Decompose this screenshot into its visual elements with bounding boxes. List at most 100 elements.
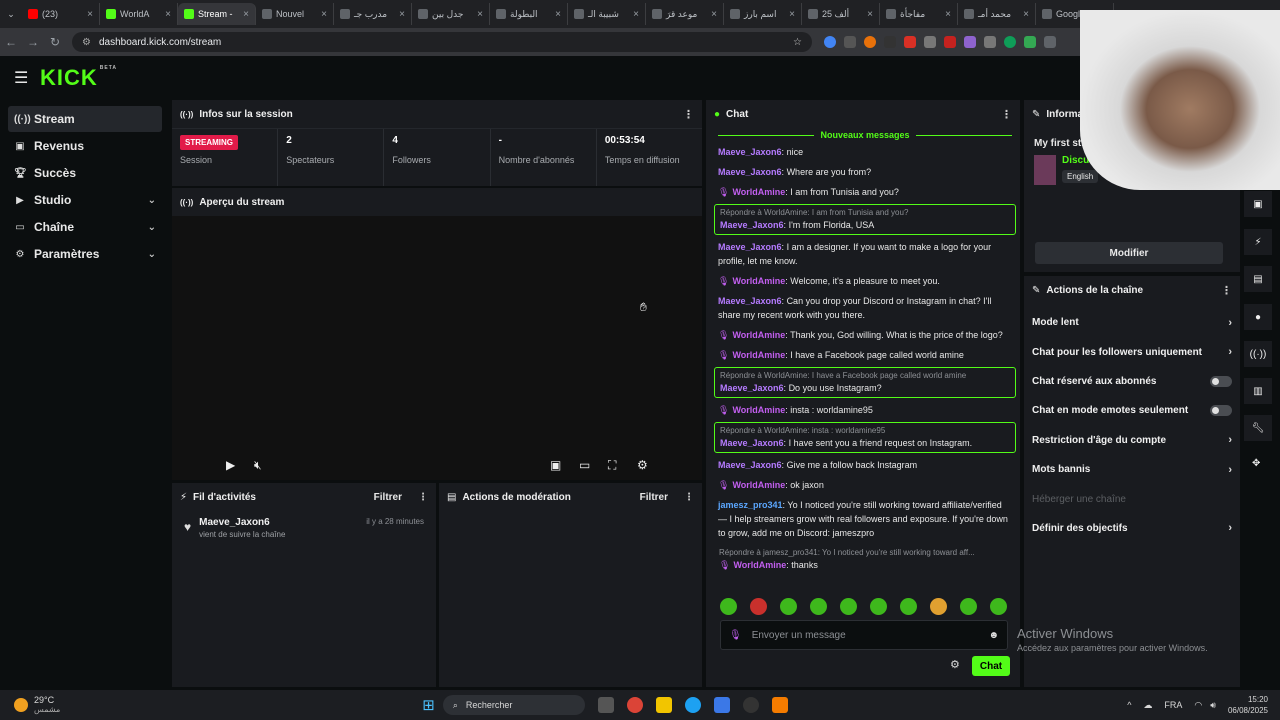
chat-message[interactable]: 🎙︎ WorldAmine: Thank you, God willing. Wh… [712,325,1018,345]
picture-in-picture-icon[interactable]: ▣ [550,458,561,472]
chat-username[interactable]: Maeve_Jaxon6 [718,147,782,157]
extension-icon[interactable] [1004,36,1016,48]
browser-tab[interactable]: WorldA × [100,3,178,25]
tab-close-icon[interactable]: × [633,9,639,20]
browser-tab[interactable]: مفاجأة × [880,3,958,25]
filter-button[interactable]: Filtrer [640,492,668,503]
chat-reply-message[interactable]: Répondre à jamesz_pro341: Yo I noticed y… [714,545,1016,574]
channel-action-item[interactable]: Chat pour les followers uniquement › [1024,337,1240,366]
tab-close-icon[interactable]: × [165,9,171,20]
chat-message[interactable]: jamesz_pro341: Yo I noticed you're still… [712,495,1018,543]
emote-icon[interactable] [990,598,1007,615]
chat-message[interactable]: Maeve_Jaxon6: I am a designer. If you wa… [712,237,1018,271]
chat-username[interactable]: Maeve_Jaxon6 [718,167,782,177]
chat-username[interactable]: Maeve_Jaxon6 [718,242,782,252]
browser-tab[interactable]: محمد أمـ × [958,3,1036,25]
sidebar-item-stream[interactable]: ((·)) Stream [8,106,162,132]
network-icon[interactable]: ☁ [1143,700,1152,711]
edge-icon[interactable] [684,697,701,713]
chat-message[interactable]: 🎙︎ WorldAmine: ok jaxon [712,475,1018,495]
chat-username[interactable]: jamesz_pro341 [718,500,783,510]
menu-hamburger-icon[interactable]: ☰ [14,68,30,88]
extension-icon[interactable] [1024,36,1036,48]
emote-icon[interactable] [750,598,767,615]
chat-message[interactable]: Maeve_Jaxon6: nice [712,142,1018,162]
emoji-icon[interactable]: ☻ [988,630,999,641]
chat-reply-message[interactable]: Répondre à WorldAmine: insta : worldamin… [714,422,1016,453]
tab-close-icon[interactable]: × [87,9,93,20]
volume-icon[interactable]: 🔊︎ [1210,700,1216,711]
reload-icon[interactable]: ↻ [44,35,66,49]
chat-username[interactable]: WorldAmine [732,330,785,340]
chat-username[interactable]: WorldAmine [733,560,786,570]
chat-message[interactable]: 🎙︎ WorldAmine: I have a Facebook page cal… [712,345,1018,365]
browser-tab[interactable]: مدرب جـ × [334,3,412,25]
theater-mode-icon[interactable]: ▭ [579,458,590,472]
browser-tab[interactable]: 25 ألف × [802,3,880,25]
browser-tab[interactable]: Nouvel × [256,3,334,25]
channel-action-item[interactable]: Chat réservé aux abonnés [1024,367,1240,396]
extensions-puzzle-icon[interactable] [1044,36,1056,48]
emote-icon[interactable] [780,598,797,615]
chat-settings-icon[interactable]: ⚙ [950,658,960,671]
clock-time[interactable]: 15:20 [1228,694,1268,705]
browser-tab[interactable]: شبيبة الـ × [568,3,646,25]
tab-close-icon[interactable]: × [867,9,873,20]
extension-icon[interactable] [884,36,896,48]
extension-icon[interactable] [964,36,976,48]
rail-wrench-icon[interactable]: 🔧︎ [1244,415,1272,441]
rail-camera-icon[interactable]: ▣ [1244,191,1272,217]
chat-username[interactable]: Maeve_Jaxon6 [720,383,784,393]
chrome-icon[interactable] [626,697,643,713]
site-info-icon[interactable]: ⚙ [82,37,91,48]
sidebar-item-revenus[interactable]: ▣ Revenus [8,133,162,159]
taskbar-search[interactable]: ⌕ Rechercher [442,695,585,715]
back-icon[interactable]: ← [0,35,22,49]
rail-chat-icon[interactable]: ● [1244,304,1272,330]
kick-logo[interactable]: KICK BETA [40,65,117,91]
chat-message[interactable]: Maeve_Jaxon6: Give me a follow back Inst… [712,455,1018,475]
chat-username[interactable]: WorldAmine [732,350,785,360]
microphone-icon[interactable]: 🎙︎ [729,630,742,641]
channel-action-item[interactable]: Chat en mode emotes seulement [1024,396,1240,425]
chat-send-button[interactable]: Chat [972,656,1010,676]
video-player[interactable]: ▶ 🔇︎ ▣ ▭ ⛶ ⚙ ✋︎ [172,216,702,480]
sidebar-item-studio[interactable]: ▶ Studio ⌄ [8,187,162,213]
activity-user[interactable]: Maeve_Jaxon6 [199,517,358,528]
more-options-icon[interactable]: ⋮ [1001,108,1012,121]
extension-icon[interactable] [864,36,876,48]
toggle-switch[interactable] [1210,375,1232,387]
more-options-icon[interactable]: ⋮ [683,108,694,121]
chat-username[interactable]: WorldAmine [732,480,785,490]
tab-list-dropdown-icon[interactable]: ⌄ [0,9,22,20]
emote-icon[interactable] [810,598,827,615]
tab-close-icon[interactable]: × [789,9,795,20]
edit-info-button[interactable]: Modifier [1035,242,1223,264]
emote-icon[interactable] [930,598,947,615]
tab-close-icon[interactable]: × [1023,9,1029,20]
tab-close-icon[interactable]: × [399,9,405,20]
rail-document-icon[interactable]: ▤ [1244,266,1272,292]
windows-start-icon[interactable]: ⊞ [422,696,435,714]
browser-tab[interactable]: (23) × [22,3,100,25]
chat-message[interactable]: 🎙︎ WorldAmine: insta : worldamine95 [712,400,1018,420]
chat-username[interactable]: Maeve_Jaxon6 [718,296,782,306]
weather-icon[interactable] [14,698,28,712]
chat-username[interactable]: WorldAmine [732,276,785,286]
toggle-switch[interactable] [1210,405,1232,417]
chat-message[interactable]: Maeve_Jaxon6: Can you drop your Discord … [712,291,1018,325]
extension-icon[interactable] [904,36,916,48]
chat-username[interactable]: WorldAmine [732,405,785,415]
channel-action-item[interactable]: Mode lent › [1024,308,1240,337]
rail-lightning-icon[interactable]: ⚡︎ [1244,229,1272,255]
wifi-icon[interactable]: ◠ [1194,700,1202,711]
chat-message[interactable]: Maeve_Jaxon6: Where are you from? [712,162,1018,182]
extension-icon[interactable] [944,36,956,48]
rail-add-widget-icon[interactable]: ✥ [1252,458,1260,469]
filter-button[interactable]: Filtrer [374,492,402,503]
emote-icon[interactable] [720,598,737,615]
extension-icon[interactable] [844,36,856,48]
settings-gear-icon[interactable]: ⚙ [637,458,648,472]
chat-message[interactable]: 🎙︎ WorldAmine: Welcome, it's a pleasure t… [712,271,1018,291]
chat-message-input[interactable]: 🎙︎ Envoyer un message ☻ [720,620,1008,650]
